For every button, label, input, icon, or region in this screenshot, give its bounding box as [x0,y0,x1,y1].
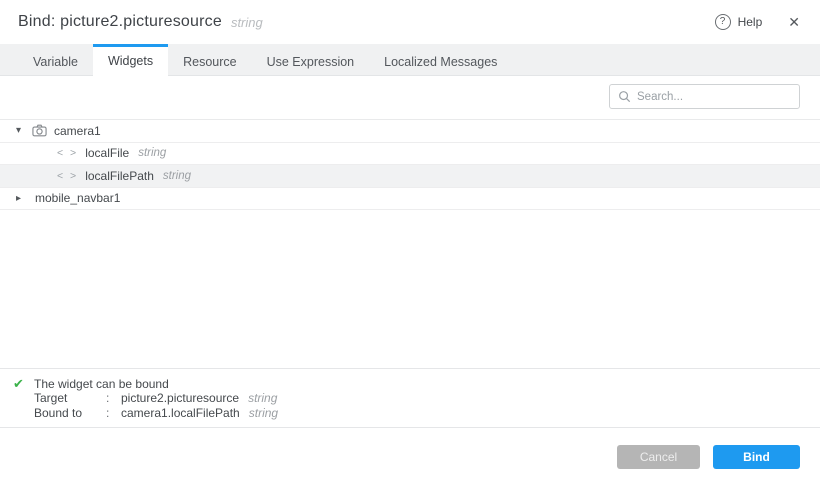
help-icon: ? [715,14,731,30]
bind-button[interactable]: Bind [713,445,800,469]
caret-right-icon[interactable]: ▸ [16,193,29,204]
status-boundto-label: Bound to [34,406,106,421]
help-label: Help [738,15,763,29]
tree-row-localfile[interactable]: < > localFile string [0,143,820,166]
dialog-header: Bind: picture2.picturesource string ? He… [0,0,820,44]
bind-status-panel: ✔ The widget can be bound Target : pictu… [0,368,820,428]
tab-use-expression[interactable]: Use Expression [252,44,370,76]
status-check-col: ✔ [13,377,34,427]
tab-widgets[interactable]: Widgets [93,44,168,76]
tree-node-label: mobile_navbar1 [35,191,120,205]
search-box[interactable] [609,84,800,109]
tree-row-mobile-navbar1[interactable]: ▸ mobile_navbar1 [0,188,820,211]
status-target-type: string [248,391,277,406]
status-target-row: Target : picture2.picturesource string [34,391,820,406]
dialog-title: Bind: picture2.picturesource [18,13,222,31]
toolbar [0,76,820,119]
status-message: The widget can be bound [34,377,820,391]
tree-node-label: localFile [85,146,129,160]
tree-node-type: string [138,147,166,159]
code-icon: < > [57,147,78,159]
bind-dialog: Bind: picture2.picturesource string ? He… [0,0,820,485]
status-body: The widget can be bound Target : picture… [34,377,820,427]
tree-row-camera1[interactable]: ▾ camera1 [0,120,820,143]
close-icon[interactable]: ✕ [788,15,800,29]
tree-node-type: string [163,170,191,182]
status-target-label: Target [34,391,106,406]
status-boundto-value: camera1.localFilePath [121,406,240,421]
search-icon [618,90,631,103]
tab-localized-messages[interactable]: Localized Messages [369,44,512,76]
status-boundto-type: string [249,406,278,421]
tree-node-label: camera1 [54,124,101,138]
tab-resource[interactable]: Resource [168,44,252,76]
search-input[interactable] [637,91,791,103]
tree-node-label: localFilePath [85,169,154,183]
dialog-title-type: string [231,15,263,30]
content-spacer [0,210,820,368]
status-colon: : [106,406,121,421]
tab-variable[interactable]: Variable [18,44,93,76]
code-icon: < > [57,170,78,182]
help-button[interactable]: ? Help [715,14,763,30]
check-icon: ✔ [13,376,24,391]
tab-bar: Variable Widgets Resource Use Expression… [0,44,820,76]
camera-icon [32,124,47,137]
tree-row-localfilepath[interactable]: < > localFilePath string [0,165,820,188]
cancel-button[interactable]: Cancel [617,445,700,469]
widget-tree: ▾ camera1 < > localFile string < > local… [0,119,820,210]
status-target-value: picture2.picturesource [121,391,239,406]
caret-down-icon[interactable]: ▾ [16,125,29,136]
dialog-actions: Cancel Bind [0,428,820,485]
status-colon: : [106,391,121,406]
status-boundto-row: Bound to : camera1.localFilePath string [34,406,820,421]
header-actions: ? Help ✕ [715,14,800,30]
